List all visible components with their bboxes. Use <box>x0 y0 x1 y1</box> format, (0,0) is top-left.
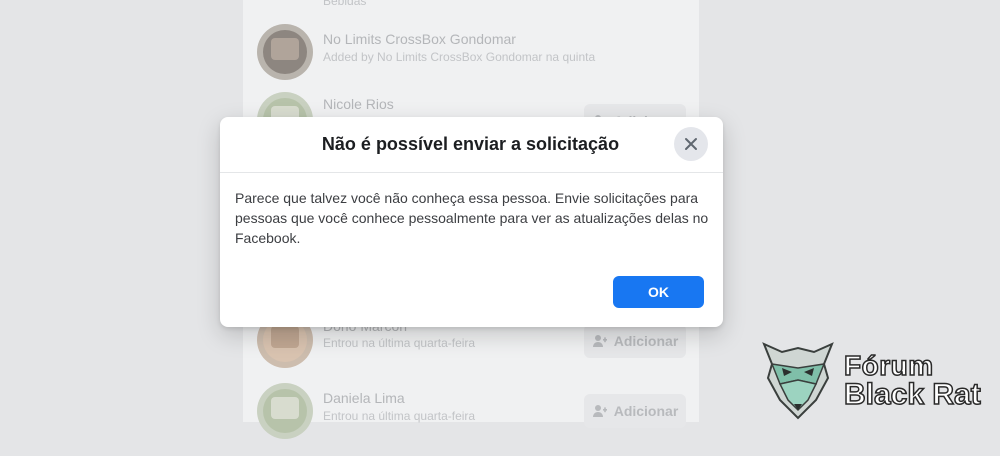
rat-head-logo <box>762 342 834 420</box>
list-item-subtitle: Entrou na última quarta-feira <box>323 336 476 350</box>
add-friend-label: Adicionar <box>613 333 679 349</box>
list-item[interactable]: No Limits CrossBox Gondomar Added by No … <box>243 12 699 92</box>
add-person-icon <box>592 335 607 347</box>
forum-watermark: Fórum Black Rat <box>758 338 998 420</box>
request-error-dialog: Não é possível enviar a solicitação Pare… <box>220 117 723 327</box>
dialog-title: Não é possível enviar a solicitação <box>321 134 620 154</box>
list-item-name[interactable]: Daniela Lima <box>323 390 405 406</box>
dialog-header: Não é possível enviar a solicitação <box>220 117 723 173</box>
list-item-subtitle: Added by No Limits CrossBox Gondomar na … <box>323 50 596 64</box>
dialog-message: Parece que talvez você não conheça essa … <box>235 190 709 246</box>
list-item-subtitle: Entrou na última quarta-feira <box>323 409 476 423</box>
list-item-name[interactable]: No Limits CrossBox Gondomar <box>323 31 516 47</box>
watermark-line1: Fórum <box>843 350 934 381</box>
watermark-line2: Black Rat <box>843 378 981 411</box>
add-friend-label: Adicionar <box>613 403 679 419</box>
avatar[interactable] <box>257 24 313 80</box>
partial-subtitle: Bebidas <box>323 0 367 8</box>
close-button[interactable] <box>674 127 708 161</box>
add-friend-button[interactable]: Adicionar <box>584 324 686 358</box>
add-person-icon <box>592 405 607 417</box>
ok-button[interactable]: OK <box>613 276 704 308</box>
close-icon <box>685 138 697 150</box>
add-friend-button[interactable]: Adicionar <box>584 394 686 428</box>
list-item[interactable]: Daniela Lima Entrou na última quarta-fei… <box>243 376 699 456</box>
list-item-name[interactable]: Nicole Rios <box>323 96 394 112</box>
avatar[interactable] <box>257 383 313 439</box>
